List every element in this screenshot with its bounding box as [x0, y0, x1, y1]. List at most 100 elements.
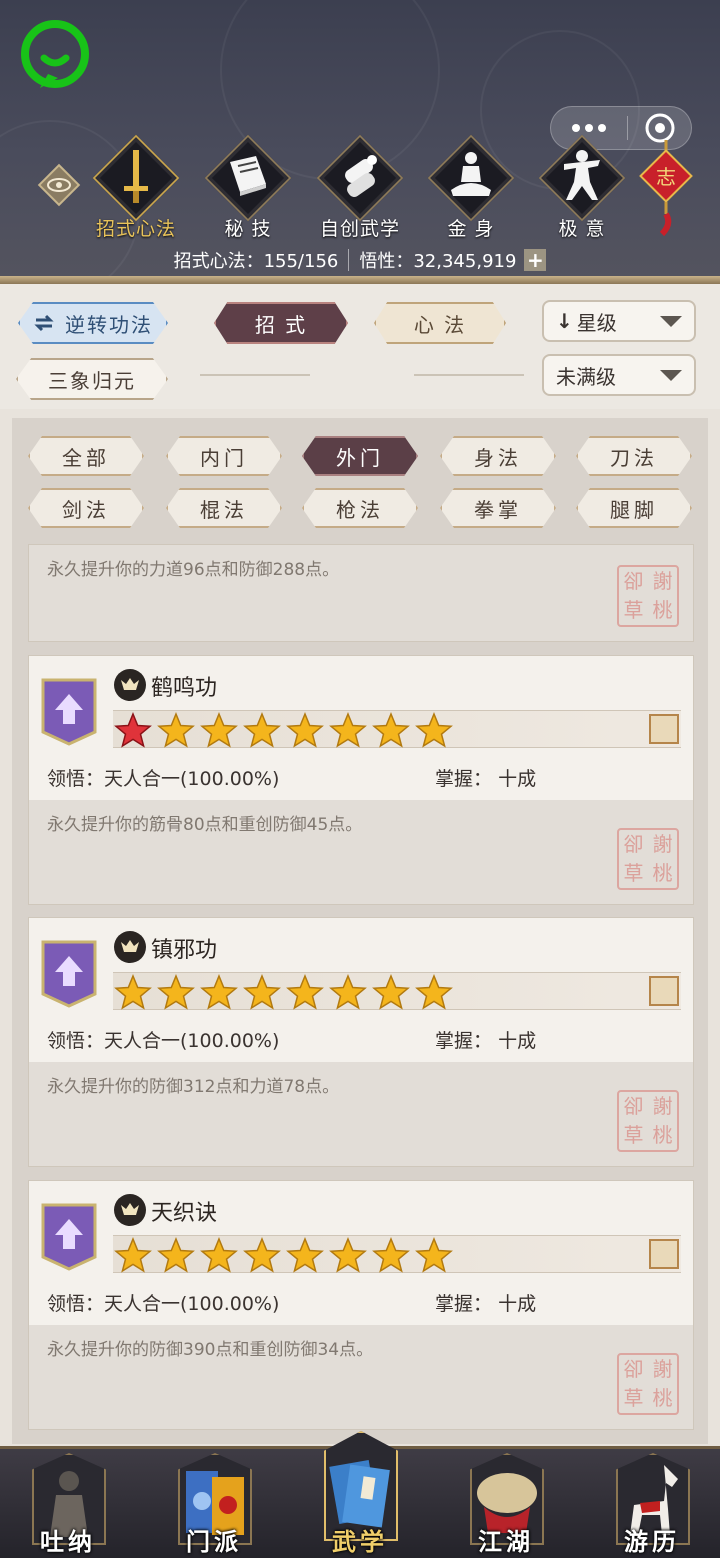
reverse-technique-button[interactable]: 逆转功法 [18, 302, 168, 344]
level-value: 未满级 [556, 364, 616, 389]
sort-dropdown[interactable]: ↓ 星级 [542, 300, 696, 342]
star-icon [286, 1237, 324, 1273]
meditation-icon [451, 152, 491, 196]
skill-card[interactable]: 鹤鸣功 领悟：天人合一(100.00%) 掌握： 十成 永久提升你的筋骨80点和… [28, 655, 694, 905]
upgrade-badge-icon[interactable] [41, 940, 97, 1008]
tab-secret-skills[interactable]: 秘 技 [198, 134, 298, 242]
filter-kick[interactable]: 腿脚 [576, 488, 692, 528]
mastery-label: 掌握： [435, 1293, 493, 1315]
bottom-navigation: 吐纳 门派 武学 江湖 游历 [0, 1431, 720, 1558]
star-rating [113, 712, 454, 748]
nav-sect[interactable]: 门派 [164, 1449, 264, 1558]
filter-staff[interactable]: 棍法 [166, 488, 282, 528]
mastery-value: 十成 [498, 768, 537, 790]
seal-char: 卻 [623, 832, 644, 856]
seal-char: 謝 [652, 569, 673, 593]
tab-label: 极 意 [558, 218, 606, 240]
three-elements-merge-button[interactable]: 三象归元 [16, 358, 168, 400]
filter-label: 拳掌 [474, 497, 522, 522]
description-area: 永久提升你的防御390点和重创防御34点。 卻謝草桃 [29, 1325, 693, 1429]
tab-label: 秘 技 [224, 218, 272, 240]
outer-skill-type-icon [114, 931, 146, 963]
filter-fist[interactable]: 拳掌 [440, 488, 556, 528]
seal-char: 草 [623, 1386, 644, 1410]
insight-value: 天人合一(100.00%) [104, 1030, 280, 1052]
level-dropdown[interactable]: 未满级 [542, 354, 696, 396]
star-icon [329, 712, 367, 748]
category-filter-area: 全部 内门 外门 身法 刀法 剑法 棍法 枪法 拳掌 腿脚 [12, 418, 708, 544]
outer-skill-type-icon [114, 669, 146, 701]
star-icon [415, 974, 453, 1010]
seal-char: 卻 [623, 1357, 644, 1381]
seal-char: 桃 [652, 861, 673, 885]
seal-char: 謝 [652, 1357, 673, 1381]
tab-self-created[interactable]: 自创武学 [310, 134, 410, 242]
filter-blade[interactable]: 刀法 [576, 436, 692, 476]
nav-label: 门派 [186, 1527, 242, 1556]
mastery-row: 掌握： 十成 [435, 1026, 536, 1053]
insight-value: 天人合一(100.00%) [104, 768, 280, 790]
grade-icon [649, 976, 679, 1006]
outer-skill-type-icon [114, 1194, 146, 1226]
star-icon [372, 712, 410, 748]
star-icon [415, 712, 453, 748]
filter-inner[interactable]: 内门 [166, 436, 282, 476]
filter-all[interactable]: 全部 [28, 436, 144, 476]
filter-spear[interactable]: 枪法 [302, 488, 418, 528]
mastery-label: 掌握： [435, 1030, 493, 1052]
seal-char: 草 [623, 1123, 644, 1147]
star-icon [329, 974, 367, 1010]
star-icon [200, 974, 238, 1010]
control-panel: 逆转功法 招 式 心 法 ↓ 星级 三象归元 未满级 [0, 284, 720, 409]
header-bottom-border [0, 276, 720, 284]
tab-moves[interactable]: 招 式 [214, 302, 348, 344]
skill-card[interactable]: 天织诀 领悟：天人合一(100.00%) 掌握： 十成 永久提升你的防御390点… [28, 1180, 694, 1430]
skill-name: 鹤鸣功 [151, 676, 218, 701]
star-icon [372, 974, 410, 1010]
nav-jianghu[interactable]: 江湖 [456, 1449, 556, 1558]
top-header: 招式心法 秘 技 自创武学 金 身 极 意 志 招式心法：155/156 悟性：… [0, 0, 720, 282]
filter-label: 内门 [200, 445, 248, 470]
tassel-char: 志 [656, 165, 676, 189]
ornament-divider [414, 374, 524, 376]
tab-golden-body[interactable]: 金 身 [421, 134, 521, 242]
filter-label: 身法 [474, 445, 522, 470]
filter-sword[interactable]: 剑法 [28, 488, 144, 528]
add-insight-button[interactable]: + [524, 249, 547, 271]
star-icon [415, 1237, 453, 1273]
star-icon [243, 1237, 281, 1273]
seal-char: 草 [623, 861, 644, 885]
tab-ultimate[interactable]: 极 意 [532, 134, 632, 242]
scroll-icon [345, 155, 377, 197]
nav-martial-arts[interactable]: 武学 [310, 1431, 410, 1558]
seal-char: 卻 [623, 1094, 644, 1118]
filter-outer[interactable]: 外门 [302, 436, 418, 476]
filter-movement[interactable]: 身法 [440, 436, 556, 476]
skill-description: 永久提升你的筋骨80点和重创防御45点。 [47, 815, 363, 835]
eye-icon[interactable] [36, 162, 82, 208]
chevron-down-icon [660, 369, 682, 381]
chat-bubble-icon[interactable] [18, 18, 92, 92]
skill-card[interactable]: 镇邪功 领悟：天人合一(100.00%) 掌握： 十成 永久提升你的防御312点… [28, 917, 694, 1167]
skill-card-partial[interactable]: 永久提升你的力道96点和防御288点。 卻謝草桃 [28, 544, 694, 642]
star-icon [157, 974, 195, 1010]
mastery-row: 掌握： 十成 [435, 764, 536, 791]
upgrade-badge-icon[interactable] [41, 678, 97, 746]
filter-label: 刀法 [610, 445, 658, 470]
seal-char: 桃 [652, 598, 673, 622]
insight-value: 天人合一(100.00%) [104, 1293, 280, 1315]
upgrade-badge-icon[interactable] [41, 1203, 97, 1271]
description-area: 永久提升你的筋骨80点和重创防御45点。 卻謝草桃 [29, 800, 693, 904]
grade-icon [649, 1239, 679, 1269]
tab-methods[interactable]: 心 法 [374, 302, 506, 344]
tab-moves-methods[interactable]: 招式心法 [86, 134, 186, 242]
nav-breathing[interactable]: 吐纳 [18, 1449, 118, 1558]
seal-char: 卻 [623, 569, 644, 593]
star-icon [114, 974, 152, 1010]
book-icon [230, 156, 266, 196]
star-rating [113, 974, 454, 1010]
seal-stamp: 卻謝草桃 [617, 1353, 679, 1415]
nav-travel[interactable]: 游历 [602, 1449, 702, 1558]
mastery-value: 十成 [498, 1030, 537, 1052]
tab-label: 招式心法 [95, 218, 176, 240]
